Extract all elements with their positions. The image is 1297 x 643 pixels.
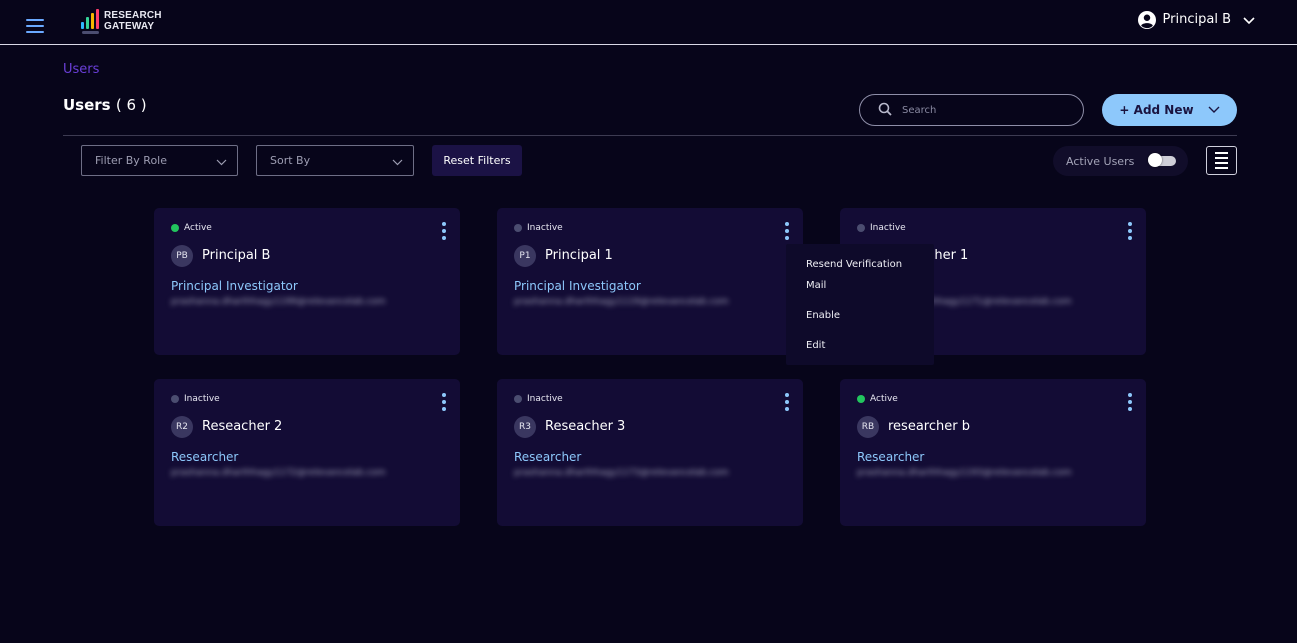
sort-by-placeholder: Sort By xyxy=(270,154,311,167)
user-name: Reseacher 3 xyxy=(545,419,626,434)
filter-by-role-select[interactable]: Filter By Role xyxy=(81,145,238,176)
avatar: R3 xyxy=(514,416,536,438)
status-dot-icon xyxy=(857,395,865,403)
chevron-down-icon xyxy=(1208,103,1220,117)
status-badge: Active xyxy=(857,394,898,404)
user-name: Principal 1 xyxy=(545,248,613,263)
status-badge: Active xyxy=(171,223,212,233)
logo-line-2: GATEWAY xyxy=(104,21,155,32)
more-options-icon[interactable] xyxy=(441,222,447,240)
more-options-icon[interactable] xyxy=(441,393,447,411)
status-text: Inactive xyxy=(870,223,906,233)
user-card[interactable]: Inactive R3 Reseacher 3 Researcher prash… xyxy=(497,379,803,526)
chevron-down-icon xyxy=(216,156,227,169)
reset-filters-button[interactable]: Reset Filters xyxy=(432,145,522,176)
status-dot-icon xyxy=(857,224,865,232)
status-dot-icon xyxy=(514,395,522,403)
status-badge: Inactive xyxy=(514,223,563,233)
menu-item-enable[interactable]: Enable xyxy=(806,305,840,326)
sort-by-select[interactable]: Sort By xyxy=(256,145,414,176)
status-text: Active xyxy=(870,394,898,404)
user-email: prashanna.dharthhagy1173@relevancelab.co… xyxy=(514,468,729,478)
active-users-label: Active Users xyxy=(1066,154,1135,168)
user-email: prashanna.dharthhagy1172@relevancelab.co… xyxy=(171,468,386,478)
user-menu[interactable]: Principal B xyxy=(1137,10,1255,29)
status-text: Active xyxy=(184,223,212,233)
more-options-icon[interactable] xyxy=(1127,222,1133,240)
status-text: Inactive xyxy=(527,223,563,233)
chevron-down-icon xyxy=(392,156,403,169)
user-role: Principal Investigator xyxy=(171,279,298,293)
user-role: Researcher xyxy=(857,450,925,464)
status-badge: Inactive xyxy=(857,223,906,233)
logo-bars-icon xyxy=(80,7,102,35)
status-text: Inactive xyxy=(527,394,563,404)
list-view-icon[interactable] xyxy=(1206,146,1237,175)
status-dot-icon xyxy=(171,224,179,232)
avatar: P1 xyxy=(514,245,536,267)
avatar: PB xyxy=(171,245,193,267)
user-name: Principal B xyxy=(1162,12,1231,27)
user-role: Researcher xyxy=(514,450,582,464)
active-users-toggle[interactable] xyxy=(1148,153,1177,167)
user-email: prashanna.dharthhagy1119@relevancelab.co… xyxy=(514,297,729,307)
status-badge: Inactive xyxy=(514,394,563,404)
user-card[interactable]: Active PB Principal B Principal Investig… xyxy=(154,208,460,355)
avatar: RB xyxy=(857,416,879,438)
more-options-icon[interactable] xyxy=(1127,393,1133,411)
chevron-down-icon[interactable] xyxy=(1243,10,1255,29)
card-context-menu: Resend Verification Mail Enable Edit xyxy=(786,244,934,365)
menu-item-mail[interactable]: Mail xyxy=(806,275,826,296)
status-text: Inactive xyxy=(184,394,220,404)
breadcrumb[interactable]: Users xyxy=(63,62,99,77)
more-options-icon[interactable] xyxy=(784,222,790,240)
page-title: Users ( 6 ) xyxy=(63,96,147,114)
active-users-filter: Active Users xyxy=(1053,146,1188,176)
toggle-knob xyxy=(1148,153,1163,167)
status-badge: Inactive xyxy=(171,394,220,404)
logo-text: RESEARCH GATEWAY xyxy=(104,10,162,32)
search-box[interactable] xyxy=(859,94,1084,126)
more-options-icon[interactable] xyxy=(784,393,790,411)
user-name: Reseacher 2 xyxy=(202,419,283,434)
logo-line-1: RESEARCH xyxy=(104,10,162,21)
divider xyxy=(63,135,1237,136)
user-role: Researcher xyxy=(171,450,239,464)
hamburger-menu-icon[interactable] xyxy=(26,19,44,33)
filter-by-role-placeholder: Filter By Role xyxy=(95,154,167,167)
status-dot-icon xyxy=(171,395,179,403)
avatar: R2 xyxy=(171,416,193,438)
user-card[interactable]: Inactive R2 Reseacher 2 Researcher prash… xyxy=(154,379,460,526)
menu-item-edit[interactable]: Edit xyxy=(806,335,825,356)
user-name: researcher b xyxy=(888,419,970,434)
status-dot-icon xyxy=(514,224,522,232)
page-title-text: Users xyxy=(63,96,111,114)
user-account-icon xyxy=(1137,10,1156,29)
menu-item-resend-verification[interactable]: Resend Verification xyxy=(806,254,902,275)
user-role: Principal Investigator xyxy=(514,279,641,293)
search-icon xyxy=(860,101,892,120)
user-name: Principal B xyxy=(202,248,271,263)
app-logo[interactable]: RESEARCH GATEWAY xyxy=(80,7,162,35)
add-new-label: + Add New xyxy=(1119,103,1194,117)
user-card[interactable]: Active RB researcher b Researcher prasha… xyxy=(840,379,1146,526)
top-bar: RESEARCH GATEWAY Principal B xyxy=(0,0,1297,45)
user-email: prashanna.dharthhagy1199@relevancelab.co… xyxy=(171,297,386,307)
add-new-button[interactable]: + Add New xyxy=(1102,94,1237,126)
search-input[interactable] xyxy=(902,104,1062,116)
user-card[interactable]: Inactive P1 Principal 1 Principal Invest… xyxy=(497,208,803,355)
user-email: prashanna.dharthhagy1193@relevancelab.co… xyxy=(857,468,1072,478)
user-count: ( 6 ) xyxy=(115,96,147,114)
